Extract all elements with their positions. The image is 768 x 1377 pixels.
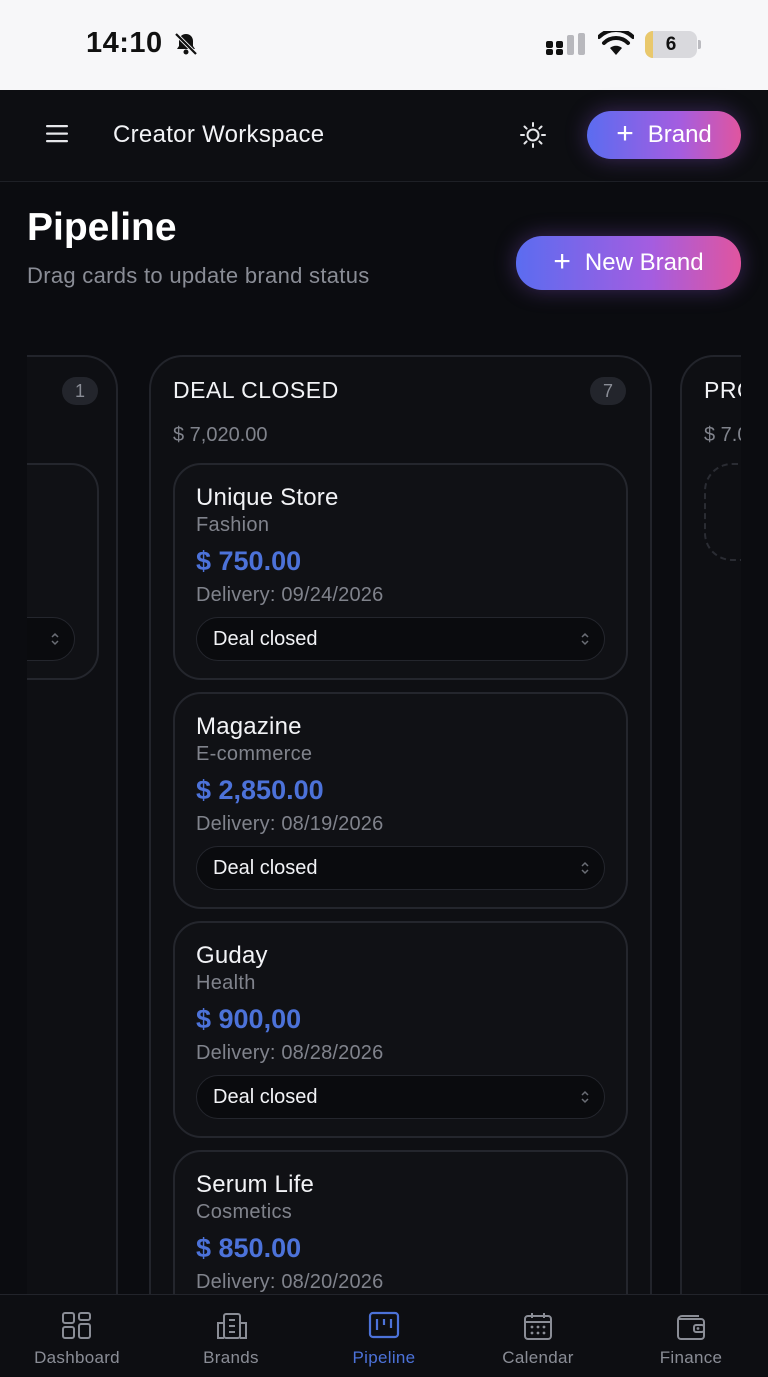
brand-amount: $ 2,850.00 (196, 775, 324, 805)
brand-name: Guday (196, 942, 268, 969)
cellular-signal-icon (546, 33, 585, 55)
nav-brands[interactable]: Brands (154, 1295, 308, 1377)
status-select[interactable] (27, 617, 75, 661)
drop-zone[interactable] (704, 463, 741, 561)
brand-name: Unique Store (196, 484, 339, 511)
delivery-date: Delivery: 08/20/2026 (196, 1271, 384, 1293)
wallet-icon (677, 1315, 705, 1340)
brand-category: E-commerce (196, 743, 313, 765)
nav-finance[interactable]: Finance (614, 1295, 768, 1377)
chevron-updown-icon (581, 861, 589, 875)
chevron-updown-icon (51, 632, 59, 646)
nav-label: Finance (659, 1348, 723, 1367)
status-time: 14:10 (86, 27, 163, 59)
brand-name: Serum Life (196, 1171, 315, 1198)
chevron-updown-icon (581, 1090, 589, 1104)
status-select[interactable]: Deal closed (196, 617, 605, 661)
battery-icon: 6 (645, 31, 701, 58)
bell-muted-icon (174, 32, 198, 56)
add-brand-button[interactable]: + Brand (587, 111, 741, 159)
plus-icon: + (553, 244, 571, 278)
brand-category: Health (196, 972, 256, 994)
status-select-value: Deal closed (213, 1086, 318, 1108)
calendar-icon (524, 1313, 552, 1340)
nav-pipeline[interactable]: Pipeline (307, 1295, 461, 1377)
brand-card[interactable]: Unique Store Fashion $ 750.00 Delivery: … (173, 463, 628, 680)
nav-label: Calendar (502, 1348, 574, 1367)
chevron-updown-icon (581, 632, 589, 646)
delivery-date: Delivery: 08/28/2026 (196, 1042, 384, 1064)
pipeline-column-deal-closed[interactable]: DEAL CLOSED 7 $ 7,020.00 Unique Store Fa… (149, 355, 652, 1295)
wifi-icon (598, 31, 634, 55)
page-title: Pipeline (27, 206, 177, 249)
brand-amount: $ 750.00 (196, 546, 302, 576)
nav-label: Pipeline (352, 1348, 416, 1367)
kanban-icon (368, 1311, 400, 1339)
new-brand-button[interactable]: + New Brand (516, 236, 741, 290)
delivery-date: Delivery: 09/24/2026 (196, 584, 384, 606)
column-total: $ 7,020.00 (173, 424, 268, 446)
brand-card[interactable] (27, 463, 99, 680)
column-title: DEAL CLOSED (173, 377, 339, 403)
pipeline-board[interactable]: 1 DEAL CLOSED 7 $ 7,020.00 Unique Store … (27, 355, 741, 1295)
brand-category: Cosmetics (196, 1201, 293, 1223)
new-brand-label: New Brand (584, 249, 704, 276)
status-select[interactable]: Deal closed (196, 846, 605, 890)
dashboard-icon (62, 1312, 91, 1339)
status-bar: 14:10 6 (0, 0, 768, 90)
nav-dashboard[interactable]: Dashboard (0, 1295, 154, 1377)
nav-label: Brands (203, 1348, 259, 1367)
brand-card[interactable]: Serum Life Cosmetics $ 850.00 Delivery: … (173, 1150, 628, 1295)
theme-toggle-sun-icon[interactable] (519, 121, 547, 149)
bottom-nav: Dashboard Brands Pipeline Calendar Finan… (0, 1294, 768, 1376)
app-bar: Creator Workspace + Brand (0, 90, 768, 182)
brand-card[interactable]: Guday Health $ 900,00 Delivery: 08/28/20… (173, 921, 628, 1138)
plus-icon: + (616, 116, 634, 150)
menu-icon[interactable] (46, 124, 70, 144)
delivery-date: Delivery: 08/19/2026 (196, 813, 384, 835)
status-select-value: Deal closed (213, 857, 318, 879)
add-brand-label: Brand (647, 121, 712, 148)
nav-label: Dashboard (34, 1348, 120, 1367)
status-select[interactable]: Deal closed (196, 1075, 605, 1119)
battery-level: 6 (665, 34, 677, 55)
column-count-badge: 7 (590, 377, 626, 405)
column-total: $ 7.0 (704, 424, 741, 446)
pipeline-column-right[interactable]: PRO $ 7.0 (680, 355, 741, 1295)
nav-calendar[interactable]: Calendar (461, 1295, 615, 1377)
status-select-value: Deal closed (213, 628, 318, 650)
column-title: PRO (704, 377, 741, 403)
brand-card[interactable]: Magazine E-commerce $ 2,850.00 Delivery:… (173, 692, 628, 909)
brand-amount: $ 850.00 (196, 1233, 302, 1263)
page-subtitle: Drag cards to update brand status (27, 263, 370, 288)
brand-amount: $ 900,00 (196, 1004, 302, 1034)
column-count-badge: 1 (62, 377, 98, 405)
pipeline-column-left[interactable]: 1 (27, 355, 118, 1295)
brand-name: Magazine (196, 713, 302, 740)
building-icon (217, 1313, 247, 1339)
workspace-title: Creator Workspace (113, 121, 325, 148)
brand-category: Fashion (196, 514, 270, 536)
